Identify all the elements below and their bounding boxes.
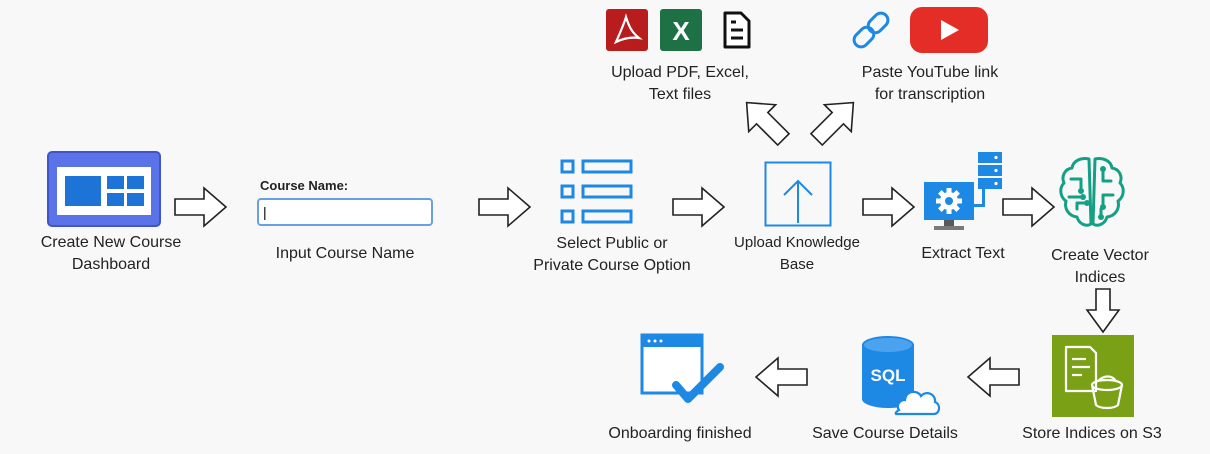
server-gear-icon: [922, 151, 1004, 240]
sql-label: Save Course Details: [812, 425, 958, 442]
extract-text-label: Extract Text: [921, 245, 1005, 262]
done-label: Onboarding finished: [608, 425, 752, 442]
pdf-icon: [606, 9, 648, 56]
link-icon: [848, 8, 894, 57]
course-name-field-label: Course Name:: [260, 178, 349, 193]
s3-label: Store Indices on S3: [1022, 425, 1162, 442]
course-name-input[interactable]: [257, 198, 433, 226]
flow-arrow-right: [478, 186, 532, 228]
excel-icon: X: [660, 9, 702, 56]
files-label: Upload PDF, Excel, Text files: [611, 64, 749, 103]
s3-bucket-icon: [1052, 335, 1134, 422]
flow-arrow-right: [174, 186, 228, 228]
visibility-label: Select Public or Private Course Option: [533, 235, 691, 274]
svg-text:X: X: [672, 16, 690, 46]
list-icon: [559, 158, 635, 231]
upload-icon: [764, 161, 832, 232]
flow-arrow-right: [862, 186, 916, 228]
flow-arrow-left: [966, 356, 1020, 398]
flow-arrow-right: [672, 186, 726, 228]
dashboard-icon: [47, 151, 161, 232]
svg-text:SQL: SQL: [871, 366, 906, 385]
vector-label: Create Vector Indices: [1051, 247, 1149, 286]
text-file-icon: [722, 10, 752, 55]
window-check-icon: [640, 333, 724, 418]
upload-label: Upload Knowledge Base: [734, 234, 860, 273]
dashboard-label: Create New Course Dashboard: [40, 234, 182, 273]
flow-arrow-right: [1002, 186, 1056, 228]
flow-arrow-left: [754, 356, 808, 398]
youtube-label: Paste YouTube link for transcription: [861, 64, 999, 103]
sql-database-icon: SQL: [858, 334, 942, 425]
input-course-name-label: Input Course Name: [275, 245, 415, 262]
youtube-icon: [910, 7, 988, 58]
ai-brain-icon: [1059, 155, 1125, 234]
flow-arrow-down: [1085, 288, 1121, 334]
